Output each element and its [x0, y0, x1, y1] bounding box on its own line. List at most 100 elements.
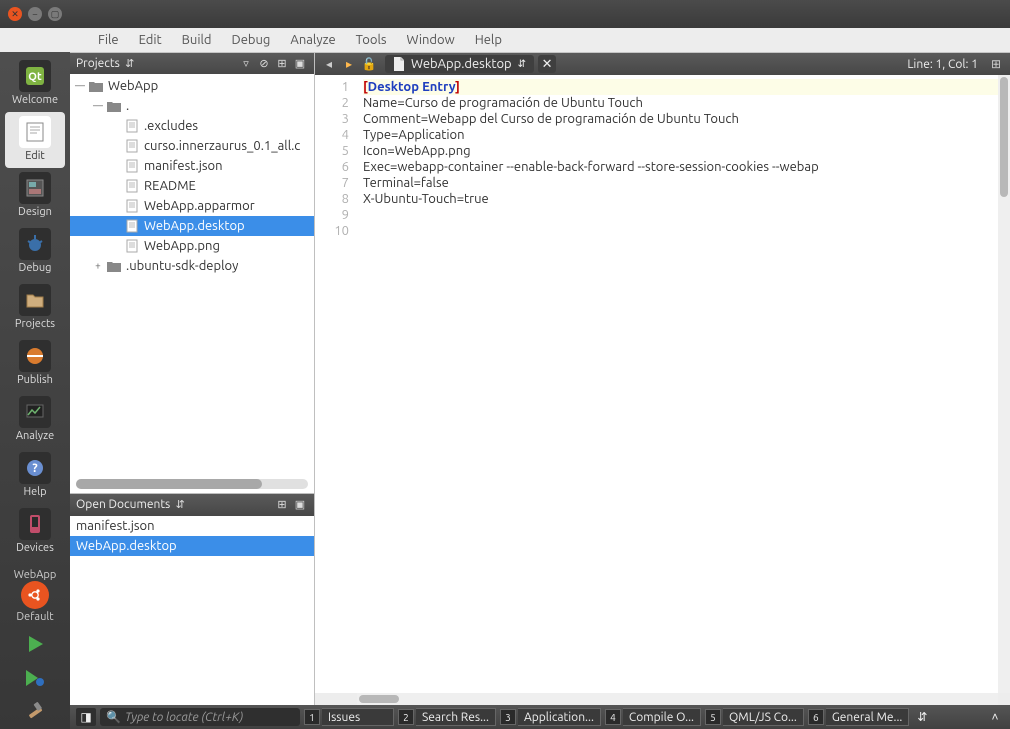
status-pane-label: Compile O...	[623, 708, 701, 726]
tree-node-label: WebApp.apparmor	[144, 199, 255, 213]
tree-node-label: .excludes	[144, 119, 198, 133]
menu-edit[interactable]: Edit	[131, 31, 170, 49]
editor-vertical-scrollbar[interactable]	[998, 75, 1010, 693]
code-editor[interactable]: 12345678910 [Desktop Entry]Name=Curso de…	[315, 75, 1010, 693]
status-pane-number: 6	[808, 709, 824, 725]
mode-devices[interactable]: Devices	[5, 504, 65, 560]
run-debug-button[interactable]	[19, 665, 51, 691]
open-documents-list[interactable]: manifest.jsonWebApp.desktop	[70, 516, 314, 705]
mode-analyze[interactable]: Analyze	[5, 392, 65, 448]
cursor-position: Line: 1, Col: 1	[899, 58, 986, 71]
kit-selector[interactable]: WebApp Default	[5, 565, 65, 627]
window-close-button[interactable]: ✕	[8, 7, 22, 21]
tree-node-label: README	[144, 179, 196, 193]
tree-folder-deploy[interactable]: +.ubuntu-sdk-deploy	[70, 256, 314, 276]
output-expand-button[interactable]: ˄	[986, 708, 1004, 726]
status-bar: ◨ 🔍 1Issues2Search Res...3Application...…	[70, 705, 1010, 729]
menu-window[interactable]: Window	[399, 31, 463, 49]
devices-icon	[19, 508, 51, 540]
svg-text:Qt: Qt	[28, 71, 42, 83]
mode-edit[interactable]: Edit	[5, 112, 65, 168]
breadcrumb-dropdown-icon[interactable]: ⇵	[518, 58, 526, 70]
status-pane-5[interactable]: 5QML/JS Co...	[705, 708, 804, 726]
opendocs-split-icon[interactable]: ⊞	[274, 497, 290, 513]
menu-analyze[interactable]: Analyze	[282, 31, 343, 49]
run-button[interactable]	[19, 631, 51, 657]
projects-panel-title: Projects	[76, 57, 120, 70]
mode-welcome[interactable]: Qt Welcome	[5, 56, 65, 112]
link-icon[interactable]: ⊘	[256, 55, 272, 71]
close-document-button[interactable]: ✕	[538, 55, 556, 73]
tree-node-label: WebApp.png	[144, 239, 220, 253]
tree-node-label: WebApp	[108, 79, 158, 93]
menu-help[interactable]: Help	[467, 31, 510, 49]
filter-icon[interactable]: ▿	[238, 55, 254, 71]
status-pane-label: Application...	[518, 708, 601, 726]
tree-file[interactable]: README	[70, 176, 314, 196]
status-pane-4[interactable]: 4Compile O...	[605, 708, 701, 726]
status-pane-number: 1	[304, 709, 320, 725]
open-document-item[interactable]: manifest.json	[70, 516, 314, 536]
mode-publish[interactable]: Publish	[5, 336, 65, 392]
status-pane-number: 2	[398, 709, 414, 725]
tree-file[interactable]: WebApp.apparmor	[70, 196, 314, 216]
window-minimize-button[interactable]: –	[28, 7, 42, 21]
menu-build[interactable]: Build	[174, 31, 220, 49]
open-document-item[interactable]: WebApp.desktop	[70, 536, 314, 556]
design-icon	[19, 172, 51, 204]
editor-horizontal-scrollbar[interactable]	[357, 693, 998, 705]
mode-label: Welcome	[5, 94, 65, 106]
collapse-icon[interactable]: ▣	[292, 55, 308, 71]
tree-file[interactable]: WebApp.png	[70, 236, 314, 256]
status-pane-label: QML/JS Co...	[723, 708, 804, 726]
mode-label: Help	[5, 486, 65, 498]
nav-back-button[interactable]: ◂	[319, 55, 339, 73]
build-button[interactable]	[19, 699, 51, 725]
window-titlebar: ✕ – ▢	[0, 0, 1010, 28]
tree-root[interactable]: —WebApp	[70, 76, 314, 96]
menu-file[interactable]: File	[90, 31, 127, 49]
tree-file[interactable]: .excludes	[70, 116, 314, 136]
tree-node-icon	[124, 118, 140, 134]
status-pane-3[interactable]: 3Application...	[500, 708, 601, 726]
kit-project-label: WebApp	[5, 569, 65, 581]
status-pane-2[interactable]: 2Search Res...	[398, 708, 496, 726]
tree-horizontal-scrollbar[interactable]	[76, 479, 308, 488]
projects-dropdown-icon[interactable]: ⇵	[122, 55, 138, 71]
toggle-sidebar-button[interactable]: ◨	[76, 708, 96, 726]
code-content[interactable]: [Desktop Entry]Name=Curso de programació…	[357, 75, 998, 693]
menu-tools[interactable]: Tools	[348, 31, 395, 49]
menu-debug[interactable]: Debug	[224, 31, 279, 49]
open-documents-header: Open Documents ⇵ ⊞ ▣	[70, 494, 314, 516]
tree-node-label: .	[126, 99, 129, 113]
mode-projects[interactable]: Projects	[5, 280, 65, 336]
nav-forward-button[interactable]: ▸	[339, 55, 359, 73]
help-icon: ?	[19, 452, 51, 484]
status-pane-1[interactable]: 1Issues	[304, 708, 394, 726]
mode-help[interactable]: ? Help	[5, 448, 65, 504]
status-pane-number: 4	[605, 709, 621, 725]
mode-debug[interactable]: Debug	[5, 224, 65, 280]
status-pane-6[interactable]: 6General Me...	[808, 708, 910, 726]
status-panes-dropdown-icon[interactable]: ⇵	[913, 708, 931, 726]
file-breadcrumb[interactable]: WebApp.desktop ⇵	[385, 55, 534, 73]
opendocs-close-icon[interactable]: ▣	[292, 497, 308, 513]
locator-input[interactable]	[125, 711, 294, 724]
editor-split-button[interactable]: ⊞	[986, 55, 1006, 73]
locator[interactable]: 🔍	[100, 708, 300, 726]
opendocs-dropdown-icon[interactable]: ⇵	[172, 497, 188, 513]
tree-node-icon	[124, 178, 140, 194]
window-maximize-button[interactable]: ▢	[48, 7, 62, 21]
search-icon: 🔍	[106, 710, 121, 724]
editor-toolbar: ◂ ▸ 🔓 WebApp.desktop ⇵ ✕ Line: 1, Col	[315, 53, 1010, 75]
lock-icon[interactable]: 🔓	[359, 55, 379, 73]
mode-design[interactable]: Design	[5, 168, 65, 224]
split-icon[interactable]: ⊞	[274, 55, 290, 71]
tree-file[interactable]: curso.innerzaurus_0.1_all.c	[70, 136, 314, 156]
tree-file[interactable]: WebApp.desktop	[70, 216, 314, 236]
mode-selector: Qt Welcome EditDesignDebugProjectsPublishA…	[0, 52, 70, 729]
tree-file[interactable]: manifest.json	[70, 156, 314, 176]
tree-folder-dot[interactable]: —.	[70, 96, 314, 116]
tree-twist-icon: —	[92, 100, 104, 111]
project-tree[interactable]: —WebApp—..excludescurso.innerzaurus_0.1_…	[70, 74, 314, 278]
